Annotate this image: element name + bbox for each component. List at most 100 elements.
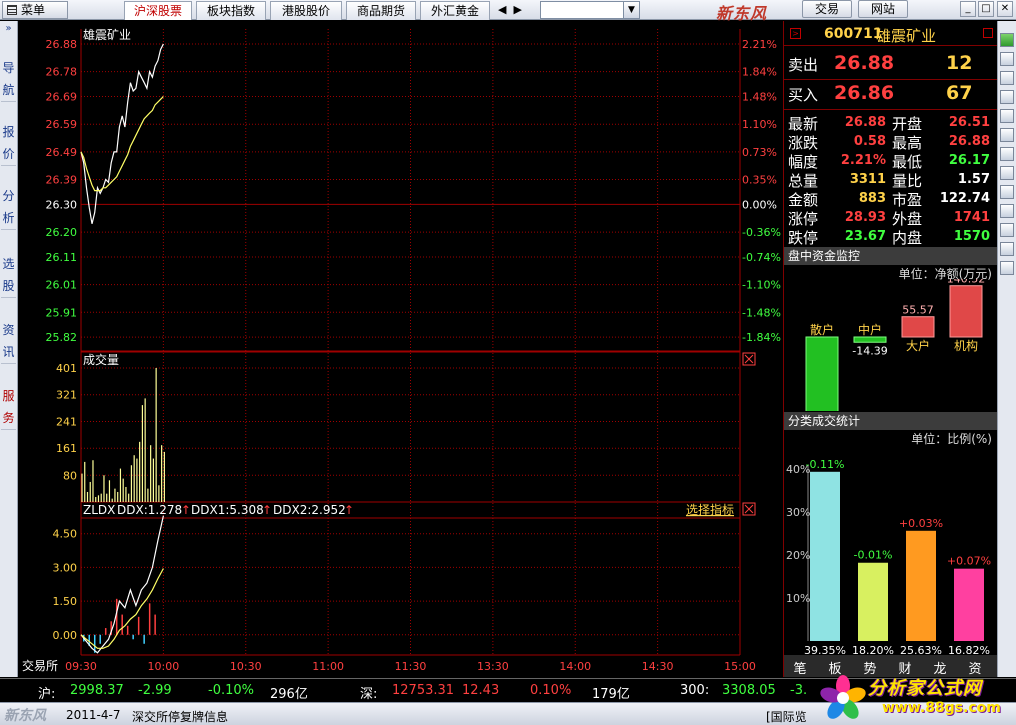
quote-panel: > 600711 雄震矿业 卖出 26.88 12 买入 26.86 67 最新… xyxy=(783,21,997,677)
watermark: 分析家公式网 www.88gs.com xyxy=(816,668,1016,725)
sz-index-pct: 0.10% xyxy=(530,683,572,698)
fund-category-label: 机构 xyxy=(954,338,978,353)
panel-tab-0[interactable]: 笔 xyxy=(788,658,812,677)
maximize-icon[interactable]: □ xyxy=(978,1,994,17)
indicator-series-DDX2 xyxy=(80,568,164,649)
intraday-chart-area[interactable]: 雄震矿业 26.88 2.21% 26.78 1.84% 26.69 1.48% 26.59 1… xyxy=(18,21,781,677)
switch-icon[interactable] xyxy=(1000,261,1014,275)
volume-tick-label: 161 xyxy=(56,442,77,455)
left-navigation-bar: » 导航报价分析选股资讯服务 xyxy=(0,21,18,677)
indicator-value: DDX1:5.308 xyxy=(191,503,264,517)
price-tick-label: 26.20 xyxy=(46,226,78,239)
tab-shenzhen-shanghai-stocks[interactable]: 沪深股票 xyxy=(124,1,192,20)
back-icon[interactable] xyxy=(1000,33,1014,47)
collapse-sidebar-icon[interactable]: » xyxy=(1,23,16,39)
grid-icon[interactable] xyxy=(1000,71,1014,85)
quote-label: 市盈 xyxy=(892,191,923,209)
stat-pct-label: 16.82% xyxy=(948,644,990,655)
percent-tick-label: -1.84% xyxy=(742,331,781,344)
volume-title: 成交量 xyxy=(83,352,119,367)
tab-scroll-arrows[interactable]: ◀ ▶ xyxy=(498,2,522,18)
close-icon[interactable]: ✕ xyxy=(997,1,1013,17)
indicator-close-icon[interactable] xyxy=(742,502,756,516)
volume-close-icon[interactable] xyxy=(742,352,756,366)
intraday-chart[interactable]: 雄震矿业 26.88 2.21% 26.78 1.84% 26.69 1.48% 26.59 1… xyxy=(18,21,781,677)
minimize-icon[interactable]: _ xyxy=(960,1,976,17)
watermark-url: www.88gs.com xyxy=(882,700,1001,716)
tab-forex-gold[interactable]: 外汇黄金 xyxy=(420,1,490,20)
tab-commodity-futures[interactable]: 商品期货 xyxy=(346,1,416,20)
trade-button[interactable]: 交易 xyxy=(802,0,852,18)
fund-icon[interactable] xyxy=(1000,90,1014,104)
refresh-icon[interactable] xyxy=(1000,128,1014,142)
quote-value: 26.51 xyxy=(948,115,990,130)
quote-label: 涨停 xyxy=(788,210,819,228)
price-tick-label: 26.69 xyxy=(46,91,78,104)
top-menu-bar: 菜单 沪深股票 板块指数 港股股价 商品期货 外汇黄金 ◀ ▶ ▼ 新东风 交易… xyxy=(0,0,1016,23)
percent-tick-label: 1.10% xyxy=(742,118,777,131)
table-icon[interactable] xyxy=(1000,166,1014,180)
tab-hk-stocks[interactable]: 港股股价 xyxy=(270,1,342,20)
price-tick-label: 25.91 xyxy=(46,306,78,319)
sh-index-pct: -0.10% xyxy=(208,683,254,698)
quote-label: 量比 xyxy=(892,172,923,190)
select-indicator-link[interactable]: 选择指标 xyxy=(686,502,734,517)
stat-tick-label: 10% xyxy=(786,592,810,605)
stat-pct-label: 25.63% xyxy=(900,644,942,655)
status-logo: 新东风 xyxy=(4,708,46,724)
time-tick-label: 10:00 xyxy=(148,660,180,673)
time-tick-label: 09:30 xyxy=(65,660,97,673)
main-menu-button[interactable]: 菜单 xyxy=(2,1,68,19)
csi300-value[interactable]: 3308.05 xyxy=(722,683,776,698)
price-tick-label: 26.78 xyxy=(46,66,78,79)
sync-icon[interactable] xyxy=(1000,204,1014,218)
price-tick-label: 26.39 xyxy=(46,174,78,187)
tab-scroll-right-icon[interactable]: ▶ xyxy=(513,3,521,16)
website-button[interactable]: 网站 xyxy=(858,0,908,18)
user-icon[interactable] xyxy=(1000,242,1014,256)
panel-toggle-icon[interactable]: > xyxy=(790,28,801,39)
percent-tick-label: -1.10% xyxy=(742,279,781,292)
chart-icon[interactable] xyxy=(1000,109,1014,123)
price-tick-label: 26.59 xyxy=(46,118,78,131)
tab-sector-index[interactable]: 板块指数 xyxy=(196,1,266,20)
buy-label: 买入 xyxy=(788,86,819,104)
sh-index-value[interactable]: 2998.37 xyxy=(70,683,124,698)
stock-search-select[interactable]: ▼ xyxy=(540,1,640,19)
sell-volume: 12 xyxy=(946,52,973,74)
price-tick-label: 26.30 xyxy=(46,198,78,211)
stat-change-label: -0.01% xyxy=(854,549,893,562)
watermark-title: 分析家公式网 xyxy=(868,678,982,699)
trade-stat-chart: 40%30%20%10%-0.11%39.35%散户-0.01%18.20%中户… xyxy=(786,458,991,655)
sidebar-item-3[interactable]: 选股 xyxy=(1,253,16,298)
percent-tick-label: -1.48% xyxy=(742,306,781,319)
sz-index-value[interactable]: 12753.31 xyxy=(392,683,454,698)
sidebar-item-2[interactable]: 分析 xyxy=(1,185,16,230)
indicator-tick-label: 1.50 xyxy=(53,595,78,608)
sz-index-change: 12.43 xyxy=(462,683,500,698)
fund-monitor-chart: -228.68散户-14.39中户55.57大户140.52机构 xyxy=(805,279,985,411)
sidebar-item-4[interactable]: 资讯 xyxy=(1,319,16,364)
sh-index-amount: 296亿 xyxy=(270,687,308,702)
percent-tick-label: 1.84% xyxy=(742,66,777,79)
stat-bar xyxy=(954,568,984,641)
buy-price: 26.86 xyxy=(834,82,895,104)
list-icon[interactable] xyxy=(1000,52,1014,66)
sidebar-item-0[interactable]: 导航 xyxy=(1,57,16,102)
sidebar-item-1[interactable]: 报价 xyxy=(1,121,16,166)
filter-icon[interactable] xyxy=(1000,223,1014,237)
stat-pct-label: 18.20% xyxy=(852,644,894,655)
note-icon[interactable] xyxy=(1000,185,1014,199)
tab-scroll-left-icon[interactable]: ◀ xyxy=(498,3,506,16)
quote-label: 金额 xyxy=(788,191,819,209)
quote-label: 幅度 xyxy=(788,153,819,171)
panel-restore-icon[interactable] xyxy=(983,28,993,38)
minute-icon[interactable] xyxy=(1000,147,1014,161)
up-arrow-icon: ↑ xyxy=(181,503,191,517)
indicator-tick-label: 0.00 xyxy=(53,629,78,642)
csi300-label: 300: xyxy=(680,683,710,698)
news-ticker[interactable]: 深交所停复牌信息 xyxy=(132,708,228,725)
sidebar-item-5[interactable]: 服务 xyxy=(1,385,16,430)
stat-tick-label: 30% xyxy=(786,506,810,519)
chevron-down-icon[interactable]: ▼ xyxy=(623,2,639,18)
